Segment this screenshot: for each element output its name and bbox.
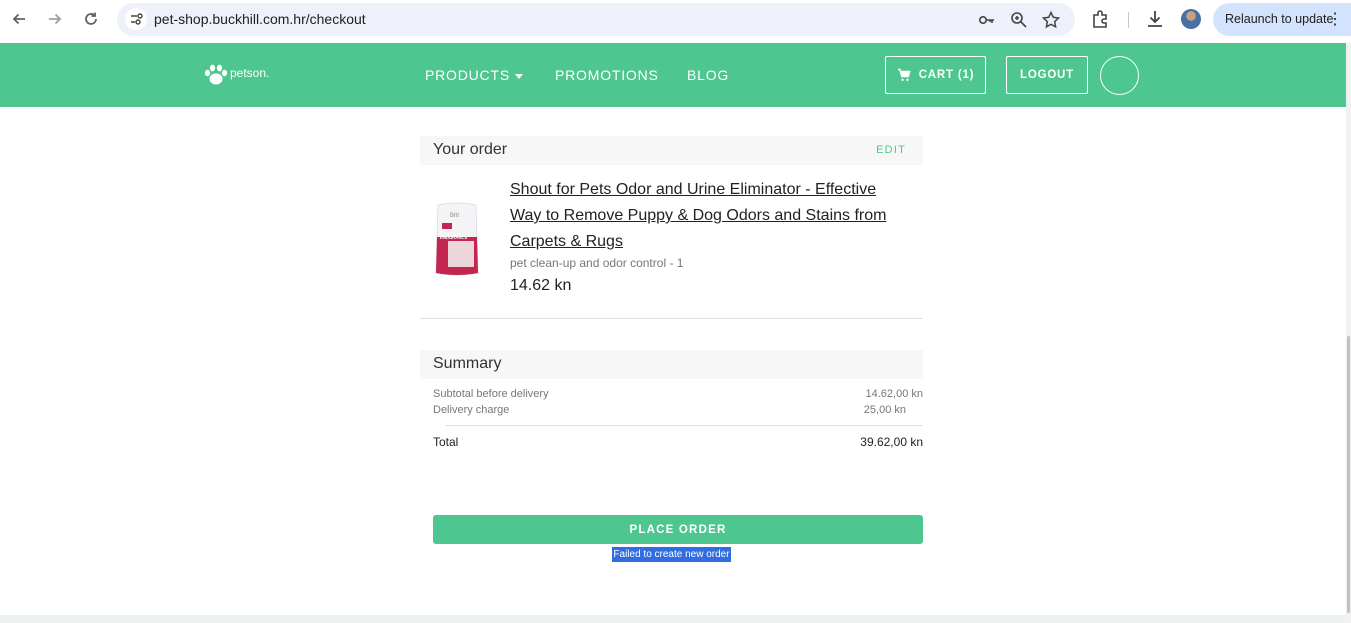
scrollbar-thumb[interactable]: [1347, 336, 1350, 613]
logo-text: petson.: [230, 66, 270, 80]
nav-products-label: PRODUCTS: [425, 67, 510, 83]
star-icon[interactable]: [1041, 10, 1061, 30]
site-info-icon[interactable]: [125, 8, 147, 30]
edit-order-link[interactable]: EDIT: [876, 144, 906, 156]
summary-label-delivery: Delivery charge: [433, 404, 510, 416]
total-value: 39.62,00 kn: [860, 435, 923, 449]
place-order-button[interactable]: PLACE ORDER: [433, 515, 923, 544]
key-icon[interactable]: [977, 10, 997, 30]
summary-title: Summary: [433, 355, 502, 372]
toolbar-divider: [1128, 12, 1129, 28]
summary-divider: [445, 425, 923, 426]
more-icon[interactable]: ⋮: [1327, 9, 1343, 29]
cart-label: CART (1): [918, 69, 975, 81]
product-image[interactable]: Brit ENDURANCE: [434, 201, 480, 277]
footer-strip: [0, 615, 1346, 623]
download-icon[interactable]: [1144, 8, 1166, 30]
order-section-header: Your order EDIT: [420, 136, 923, 165]
reload-icon[interactable]: [80, 8, 102, 30]
nav-promotions[interactable]: PROMOTIONS: [555, 67, 659, 83]
order-title: Your order: [433, 141, 508, 158]
product-category-qty: pet clean-up and odor control - 1: [510, 256, 684, 270]
url-text: pet-shop.buckhill.com.hr/checkout: [154, 11, 366, 27]
forward-icon[interactable]: [44, 8, 66, 30]
product-price: 14.62 kn: [510, 277, 572, 294]
nav-products[interactable]: PRODUCTS: [425, 67, 523, 83]
product-name-link[interactable]: Shout for Pets Odor and Urine Eliminator…: [510, 177, 910, 255]
logout-button[interactable]: LOGOUT: [1006, 56, 1088, 94]
product-image-brand: Brit: [450, 213, 459, 219]
nav-blog[interactable]: BLOG: [687, 67, 729, 83]
summary-section-header: Summary: [420, 350, 923, 379]
relaunch-button[interactable]: Relaunch to update ⋮: [1213, 3, 1351, 36]
site-header: petson. PRODUCTS PROMOTIONS BLOG CART (1…: [0, 43, 1346, 107]
browser-toolbar: pet-shop.buckhill.com.hr/checkout Relaun…: [0, 0, 1351, 43]
summary-label-subtotal: Subtotal before delivery: [433, 388, 549, 400]
relaunch-label: Relaunch to update: [1225, 12, 1334, 26]
error-message: Failed to create new order: [612, 547, 731, 562]
caret-down-icon: [514, 73, 523, 79]
back-icon[interactable]: [8, 8, 30, 30]
zoom-icon[interactable]: [1009, 10, 1029, 30]
cart-icon: [897, 68, 911, 81]
extensions-icon[interactable]: [1090, 8, 1112, 30]
paw-icon: [204, 64, 228, 85]
profile-avatar[interactable]: [1181, 9, 1201, 29]
cart-button[interactable]: CART (1): [885, 56, 986, 94]
address-bar[interactable]: pet-shop.buckhill.com.hr/checkout: [117, 3, 1075, 36]
total-label: Total: [433, 435, 459, 449]
summary-value-delivery: 25,00 kn: [863, 404, 906, 416]
product-image-label: ENDURANCE: [440, 235, 468, 240]
order-divider: [420, 318, 923, 319]
summary-value-subtotal: 14.62,00 kn: [865, 388, 924, 400]
user-avatar[interactable]: [1100, 56, 1139, 95]
logo[interactable]: petson.: [203, 63, 269, 87]
